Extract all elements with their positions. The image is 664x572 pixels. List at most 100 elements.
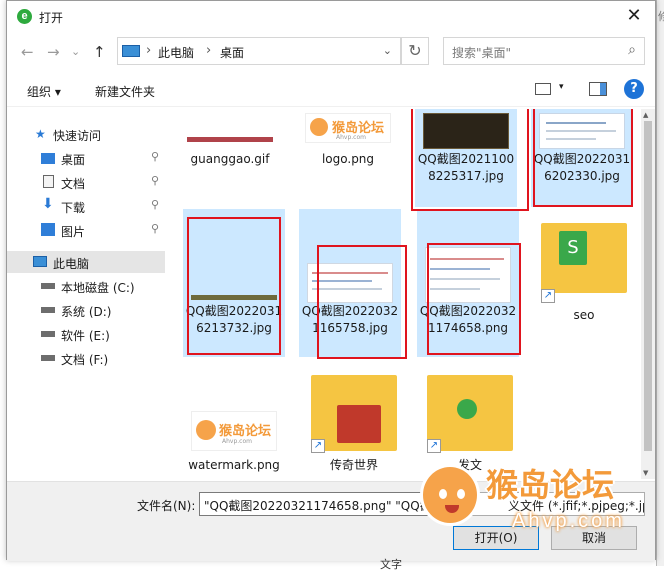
background-text: 修: [658, 10, 664, 23]
search-placeholder: 搜索"桌面": [452, 46, 512, 60]
this-pc-icon: [122, 45, 140, 57]
sidebar-item-pictures[interactable]: 图片 ⚲: [7, 219, 165, 241]
star-icon: ★: [35, 127, 46, 141]
sidebar-item-desktop[interactable]: 桌面 ⚲: [7, 147, 165, 169]
breadcrumb-separator: ›: [206, 43, 212, 58]
logo-thumb-subtext: Ahvp.com: [336, 134, 366, 141]
sidebar-item-label: 此电脑: [53, 257, 90, 271]
pin-icon[interactable]: ⚲: [151, 150, 159, 163]
sidebar-item-label: 文档 (F:): [61, 353, 109, 367]
sidebar-item-drive-e[interactable]: 软件 (E:): [7, 323, 165, 345]
up-button[interactable]: ↑: [93, 43, 106, 61]
watermark-title: 猴岛论坛: [486, 466, 615, 504]
recent-locations-dropdown[interactable]: ⌄: [71, 45, 80, 58]
filename-label: 文件名(N):: [137, 499, 196, 513]
download-icon: ⬇: [42, 196, 54, 212]
browser-app-icon: e: [17, 9, 32, 24]
desktop-icon: [41, 153, 55, 164]
sidebar-item-this-pc[interactable]: 此电脑: [7, 251, 165, 273]
navigation-bar: ← → ⌄ ↑ › 此电脑 › 桌面 ⌄ ↻ 搜索"桌面" ⌕: [7, 35, 655, 69]
address-bar[interactable]: › 此电脑 › 桌面 ⌄: [117, 37, 401, 65]
monkey-mascot-icon: [420, 464, 480, 526]
background-text: 文字: [380, 558, 402, 571]
file-name: seo: [573, 308, 595, 322]
drive-icon: [41, 331, 55, 337]
sidebar-item-drive-f[interactable]: 文档 (F:): [7, 347, 165, 369]
highlight-box: [317, 245, 407, 359]
highlight-box: [411, 109, 529, 211]
sidebar-item-label: 本地磁盘 (C:): [61, 281, 135, 295]
file-name: 传奇世界: [329, 458, 378, 472]
navigation-pane: ★ 快速访问 桌面 ⚲ 文档 ⚲ ⬇ 下载 ⚲ 图片 ⚲ 此电脑 本地磁盘 (C…: [7, 115, 165, 479]
search-box[interactable]: 搜索"桌面" ⌕: [443, 37, 645, 65]
sidebar-item-label: 文档: [61, 177, 86, 191]
sidebar-item-label: 系统 (D:): [61, 305, 112, 319]
file-list: guanggao.gif 猴岛论坛 Ahvp.com logo.png QQ截图…: [175, 109, 645, 479]
organize-menu[interactable]: 组织 ▾: [27, 83, 61, 100]
address-dropdown-icon[interactable]: ⌄: [383, 44, 392, 57]
sidebar-item-label: 软件 (E:): [61, 329, 110, 343]
file-item-watermark[interactable]: 猴岛论坛 Ahvp.com watermark.png: [183, 369, 285, 479]
close-button[interactable]: ✕: [619, 3, 649, 29]
monkey-logo-icon: [310, 118, 328, 136]
breadcrumb-this-pc[interactable]: 此电脑: [158, 44, 194, 61]
file-item-logo[interactable]: 猴岛论坛 Ahvp.com logo.png: [297, 109, 399, 177]
shortcut-arrow-icon: ↗: [427, 439, 441, 453]
sidebar-item-quick-access[interactable]: ★ 快速访问: [7, 123, 165, 145]
dialog-title: 打开: [39, 11, 64, 25]
breadcrumb-desktop[interactable]: 桌面: [220, 44, 244, 61]
logo-thumbnail: 猴岛论坛 Ahvp.com: [305, 113, 391, 143]
folder-item-chuanqi[interactable]: ↗ 传奇世界: [303, 369, 405, 479]
search-icon[interactable]: ⌕: [628, 42, 636, 58]
logo-thumb-text: 猴岛论坛: [219, 424, 272, 439]
sidebar-item-documents[interactable]: 文档 ⚲: [7, 171, 165, 193]
scrollbar-thumb[interactable]: [644, 121, 652, 451]
watermark-subtitle: Ahvp.com: [512, 510, 625, 532]
folder-item-seo[interactable]: S ↗ seo: [533, 209, 635, 325]
sidebar-item-label: 快速访问: [53, 129, 102, 143]
help-icon[interactable]: ?: [624, 79, 644, 99]
scroll-up-icon[interactable]: ▲: [643, 111, 648, 119]
computer-icon: [33, 256, 47, 267]
sidebar-item-drive-d[interactable]: 系统 (D:): [7, 299, 165, 321]
command-toolbar: 组织 ▾ 新建文件夹 ▾ ?: [7, 73, 655, 107]
vertical-scrollbar[interactable]: ▲ ▼: [641, 109, 655, 479]
view-dropdown-icon[interactable]: ▾: [559, 82, 564, 92]
title-bar: e 打开 ✕: [7, 1, 655, 33]
sidebar-item-label: 下载: [61, 201, 86, 215]
drive-icon: [41, 283, 55, 289]
pictures-icon: [41, 223, 55, 236]
folder-icon: S: [541, 223, 627, 293]
monkey-logo-icon: [196, 420, 216, 440]
sidebar-item-label: 桌面: [61, 153, 86, 167]
breadcrumb-separator: ›: [146, 43, 152, 58]
highlight-box: [427, 243, 521, 355]
gif-thumbnail: [187, 137, 273, 142]
pin-icon[interactable]: ⚲: [151, 198, 159, 211]
sidebar-item-drive-c[interactable]: 本地磁盘 (C:): [7, 275, 165, 297]
refresh-button[interactable]: ↻: [401, 37, 429, 65]
shortcut-arrow-icon: ↗: [311, 439, 325, 453]
site-watermark: 猴岛论坛 Ahvp.com: [420, 460, 660, 550]
drive-icon: [41, 307, 55, 313]
preview-pane-icon[interactable]: [589, 82, 607, 96]
logo-thumbnail: 猴岛论坛 Ahvp.com: [191, 411, 277, 451]
file-item-guanggao[interactable]: guanggao.gif: [179, 109, 281, 177]
sidebar-item-downloads[interactable]: ⬇ 下载 ⚲: [7, 195, 165, 217]
highlight-box: [533, 109, 633, 207]
view-options-icon[interactable]: [535, 83, 551, 95]
drive-icon: [41, 355, 55, 361]
shortcut-arrow-icon: ↗: [541, 289, 555, 303]
pin-icon[interactable]: ⚲: [151, 222, 159, 235]
document-icon: [43, 175, 54, 188]
new-folder-button[interactable]: 新建文件夹: [95, 83, 155, 100]
logo-thumb-subtext: Ahvp.com: [222, 438, 252, 445]
highlight-box: [187, 217, 281, 355]
sidebar-item-label: 图片: [61, 225, 86, 239]
file-name: logo.png: [321, 152, 375, 166]
pin-icon[interactable]: ⚲: [151, 174, 159, 187]
file-name: watermark.png: [188, 458, 280, 472]
forward-button[interactable]: →: [47, 43, 60, 61]
back-button[interactable]: ←: [21, 43, 34, 61]
file-name: guanggao.gif: [190, 152, 270, 166]
